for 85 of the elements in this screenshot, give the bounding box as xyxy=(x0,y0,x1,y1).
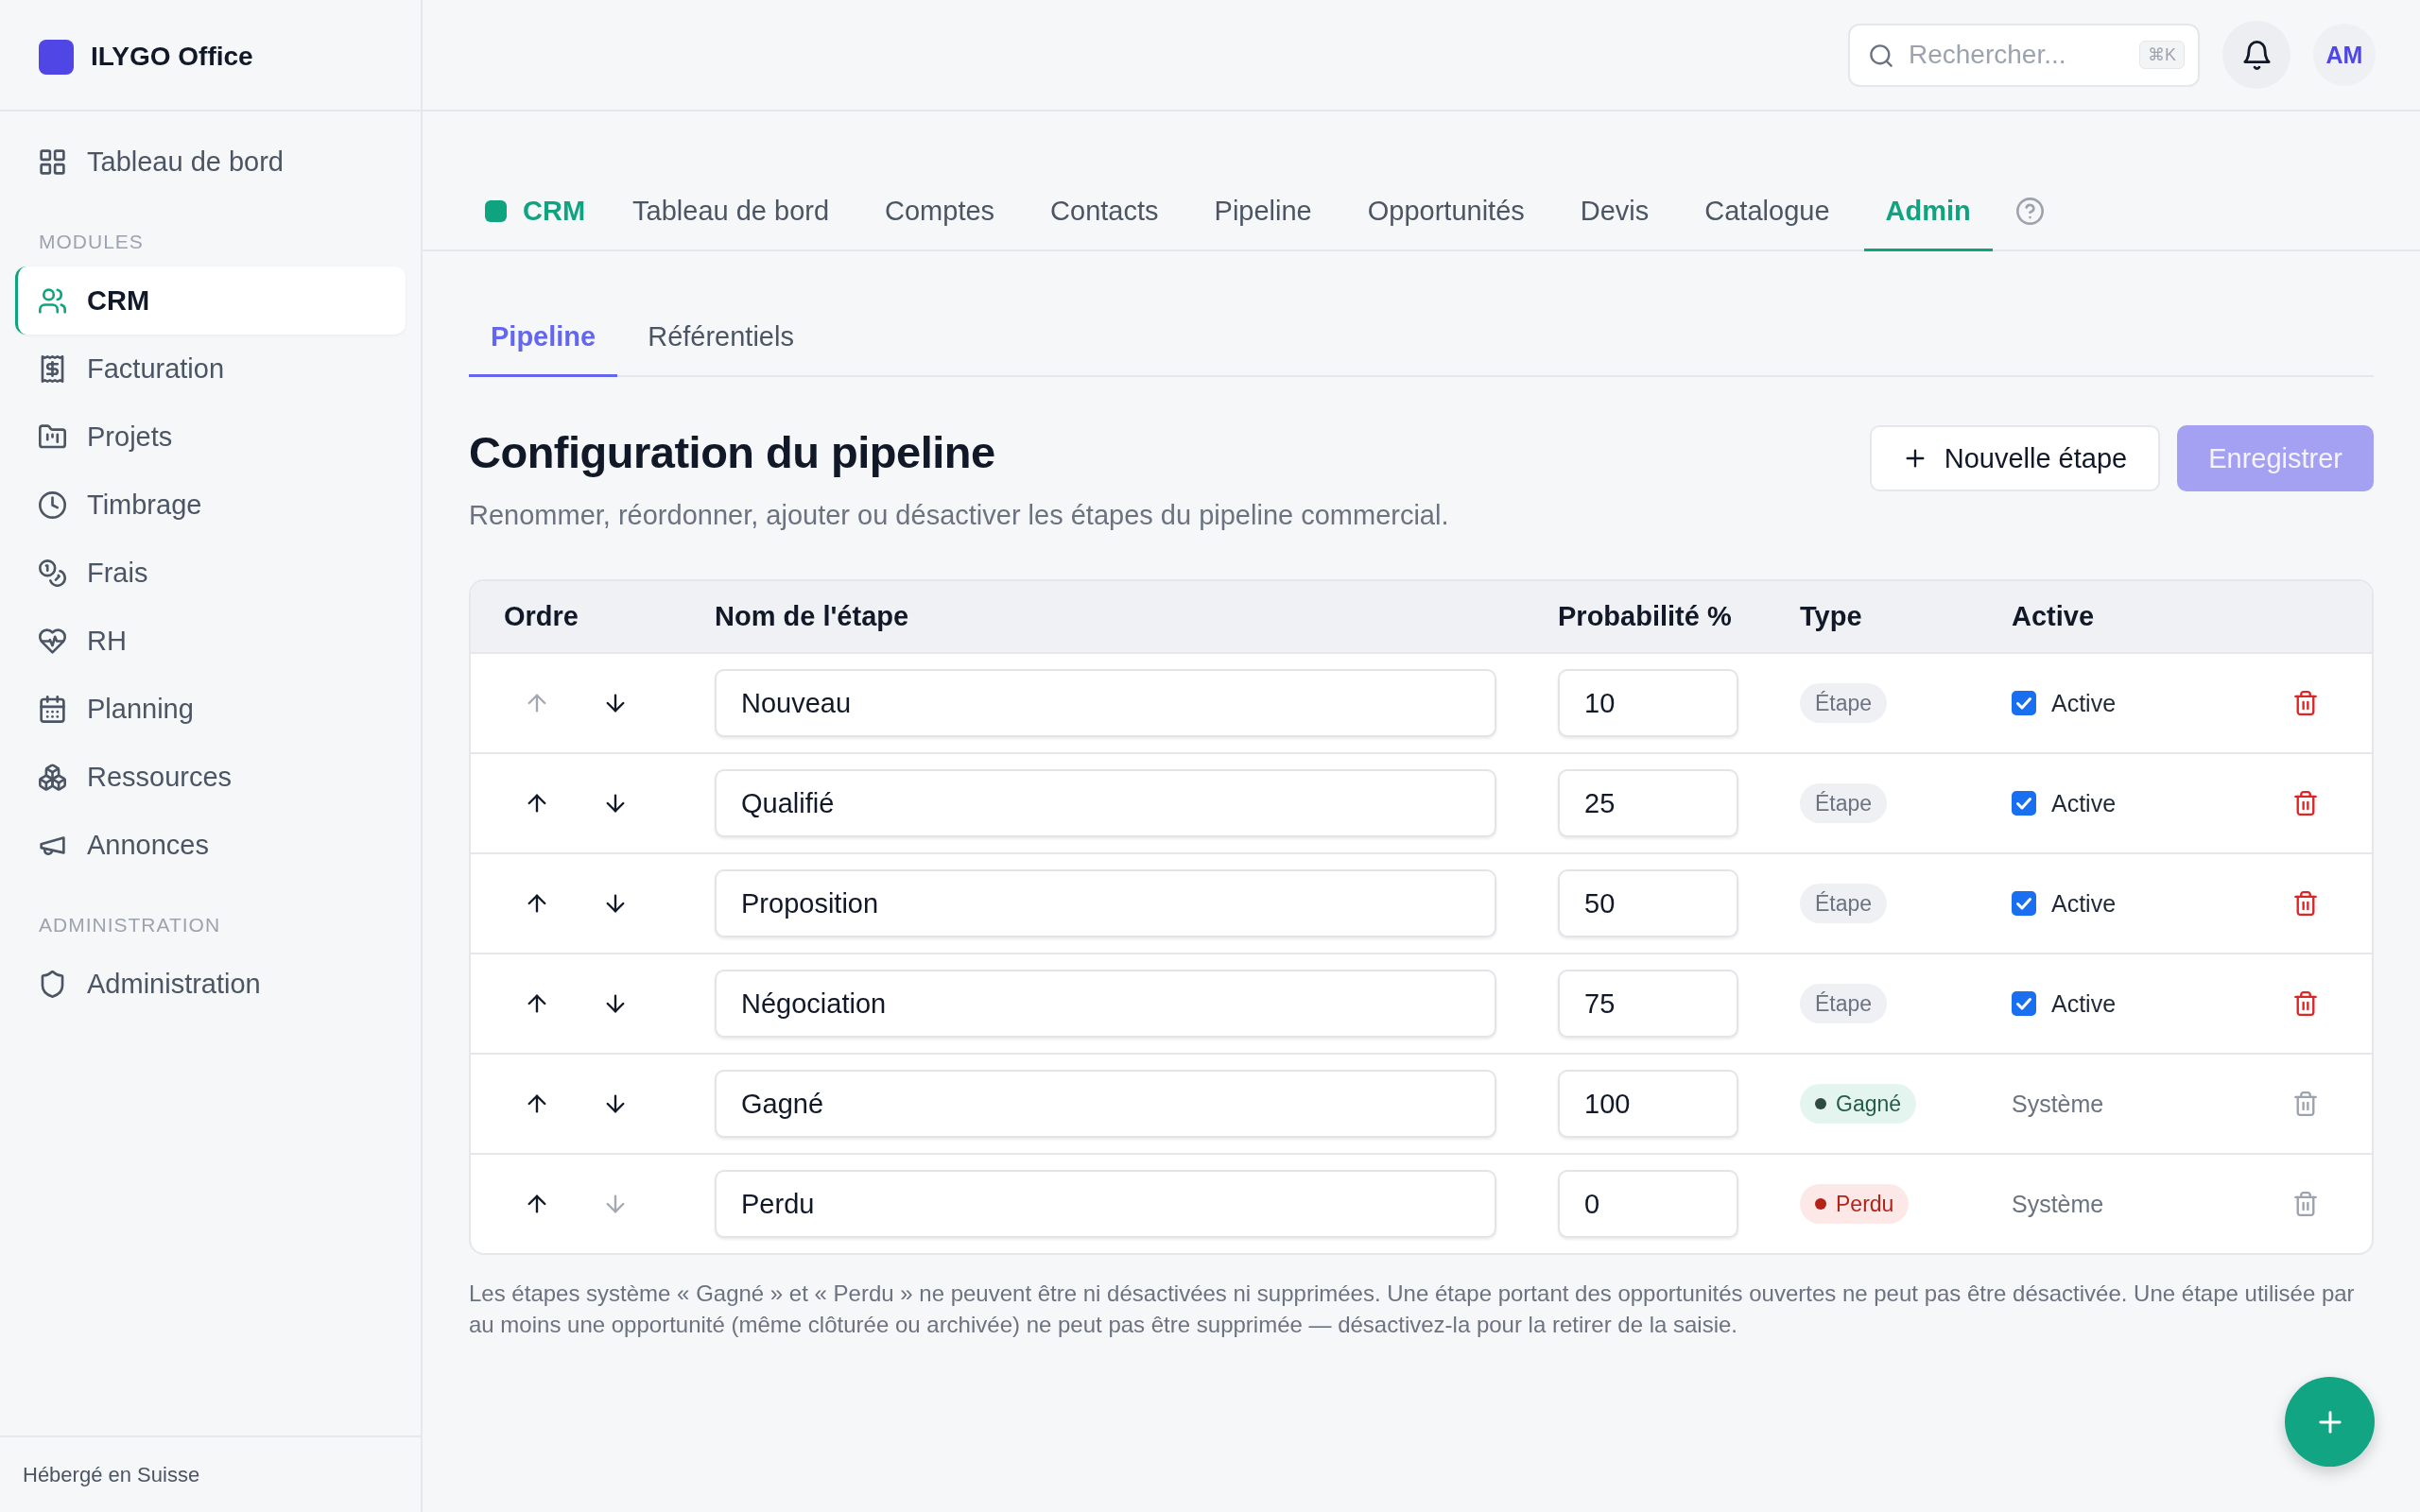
shield-icon xyxy=(39,970,66,998)
stage-name-field[interactable]: Qualifié xyxy=(715,769,1496,837)
system-label: Système xyxy=(2012,1190,2104,1218)
checkbox-label: Active xyxy=(2051,789,2117,817)
heart-pulse-icon xyxy=(39,627,66,655)
sub-tab[interactable]: Référentiels xyxy=(626,302,816,377)
trash-icon xyxy=(2292,691,2318,715)
coins-icon xyxy=(39,558,66,587)
sidebar-item[interactable]: Timbrage xyxy=(15,471,406,539)
trash-icon xyxy=(2292,791,2318,816)
type-label: Gagné xyxy=(1836,1091,1902,1117)
probability-field[interactable]: 25 xyxy=(1558,769,1738,837)
stage-name-field[interactable]: Perdu xyxy=(715,1170,1496,1238)
footnote: Les étapes système « Gagné » et « Perdu » ne peuvent être ni désactivées ni supprimées. Une étape portant des opportunités ouvertes ne peut pas être désactivée. Une étape utilisée par au moins une opportunité (même clôturée ou archivée) ne peut pas être supprimée — désactivez-la pour la retirer de la saisie. xyxy=(469,1280,2356,1339)
boxes-icon xyxy=(39,763,66,791)
column-header: Probabilité % xyxy=(1557,601,1733,632)
module-tab[interactable]: Opportunités xyxy=(1345,173,1547,251)
column-header: Ordre xyxy=(503,601,579,632)
page-title: Configuration du pipeline xyxy=(469,426,996,479)
search-icon xyxy=(1869,43,1893,68)
bell-icon xyxy=(2241,40,2272,70)
probability-field[interactable]: 0 xyxy=(1558,1170,1738,1238)
stage-name-field[interactable]: Négociation xyxy=(715,970,1496,1038)
probability-field[interactable]: 50 xyxy=(1558,869,1738,937)
calendar-icon xyxy=(39,695,66,723)
sidebar-item[interactable]: Planning xyxy=(15,675,406,743)
section-label: ADMINISTRATION xyxy=(38,913,221,937)
status-dot-icon xyxy=(1815,1098,1826,1109)
checkbox-label: Active xyxy=(2051,689,2117,717)
user-avatar[interactable]: AM xyxy=(2313,24,2376,86)
sidebar-item[interactable]: Ressources xyxy=(15,743,406,811)
new-stage-button[interactable]: Nouvelle étape xyxy=(1869,425,2161,491)
type-label: Étape xyxy=(1815,890,1873,917)
sidebar-item[interactable]: CRM xyxy=(15,266,406,335)
stage-name-field[interactable]: Gagné xyxy=(715,1070,1496,1138)
trash-icon xyxy=(2292,891,2318,916)
page-subtitle: Renommer, réordonner, ajouter ou désactiver les étapes du pipeline commercial. xyxy=(469,499,1449,532)
probability-field[interactable]: 10 xyxy=(1558,669,1738,737)
active-checkbox[interactable] xyxy=(2012,991,2036,1016)
sidebar-item[interactable]: Administration xyxy=(15,950,406,1018)
module-tab[interactable]: Comptes xyxy=(863,173,1017,251)
sidebar-item[interactable]: Facturation xyxy=(15,335,406,403)
active-checkbox[interactable] xyxy=(2012,791,2036,816)
receipt-icon xyxy=(39,354,66,383)
module-tab[interactable]: Devis xyxy=(1558,173,1671,251)
status-dot-icon xyxy=(1815,1198,1826,1210)
trash-icon xyxy=(2292,1091,2318,1116)
type-label: Étape xyxy=(1815,990,1873,1017)
add-button[interactable] xyxy=(2285,1377,2375,1467)
system-label: Système xyxy=(2012,1090,2104,1118)
clock-icon xyxy=(39,490,66,519)
module-title: CRM xyxy=(523,196,586,227)
sub-tab[interactable]: Pipeline xyxy=(469,302,618,377)
active-checkbox[interactable] xyxy=(2012,691,2036,715)
column-header: Nom de l'étape xyxy=(714,601,910,632)
sidebar-item[interactable]: Tableau de bord xyxy=(15,128,406,196)
stage-name-field[interactable]: Nouveau xyxy=(715,669,1496,737)
active-checkbox[interactable] xyxy=(2012,891,2036,916)
stage-name-field[interactable]: Proposition xyxy=(715,869,1496,937)
checkbox-label: Active xyxy=(2051,989,2117,1018)
trash-icon xyxy=(2292,1192,2318,1216)
folder-icon xyxy=(39,422,66,451)
sidebar-item[interactable]: Frais xyxy=(15,539,406,607)
logo-icon xyxy=(39,39,74,75)
hosting-note: Hébergé en Suisse xyxy=(0,1435,421,1512)
type-label: Perdu xyxy=(1836,1191,1894,1217)
column-header: Active xyxy=(2011,601,2096,632)
type-label: Étape xyxy=(1815,790,1873,816)
users-icon xyxy=(39,286,66,315)
module-tab[interactable]: Contacts xyxy=(1028,173,1181,251)
module-tab[interactable]: Tableau de bord xyxy=(611,173,852,251)
module-tab[interactable]: Catalogue xyxy=(1683,173,1852,251)
section-label: MODULES xyxy=(38,230,144,254)
brand-name: ILYGO Office xyxy=(91,42,253,72)
probability-field[interactable]: 75 xyxy=(1558,970,1738,1038)
checkbox-label: Active xyxy=(2051,889,2117,918)
sidebar-item[interactable]: Annonces xyxy=(15,811,406,879)
column-header: Type xyxy=(1799,601,1863,632)
sidebar-item[interactable]: RH xyxy=(15,607,406,675)
type-label: Étape xyxy=(1815,690,1873,716)
sidebar-item[interactable]: Projets xyxy=(15,403,406,471)
trash-icon xyxy=(2292,991,2318,1016)
probability-field[interactable]: 100 xyxy=(1558,1070,1738,1138)
module-tab[interactable]: Pipeline xyxy=(1192,173,1334,251)
grid-icon xyxy=(39,147,66,176)
